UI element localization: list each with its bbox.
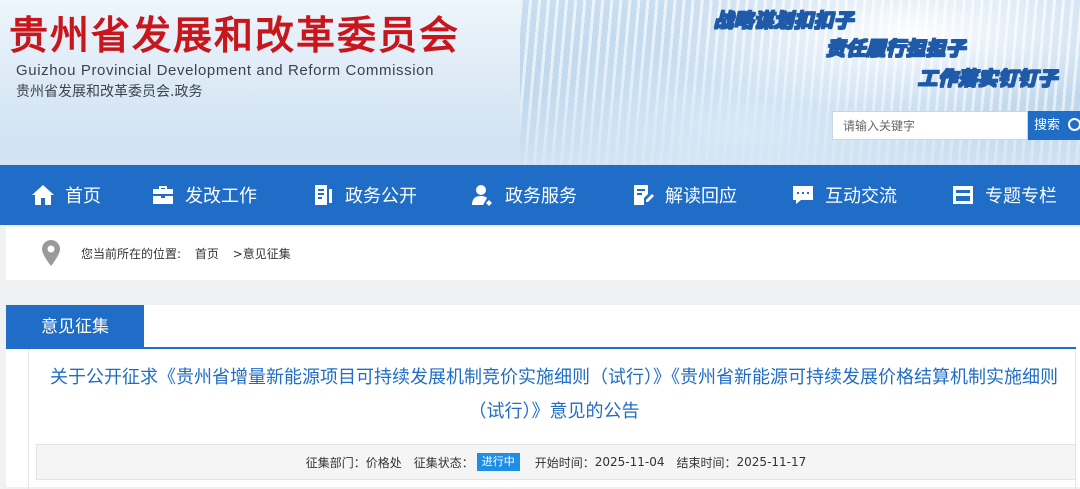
nav-item-label: 发改工作 [185,186,257,207]
site-title-english: Guizhou Provincial Development and Refor… [16,62,435,79]
nav-item-interaction[interactable]: 互动交流 [791,165,897,225]
nav-item-interpretation[interactable]: 解读回应 [631,165,737,225]
content-panel: 意见征集 关于公开征求《贵州省增量新能源项目可持续发展机制竞价实施细则（试行）》… [6,305,1080,489]
main-nav: 首页 发改工作 政务公开 政务服务 解读回应 互动交流 专题专栏 [0,165,1080,225]
slogan-line-1: 战略谋划扣扣子 [713,10,855,33]
article-meta: 征集部门： 价格处 征集状态： 进行中 开始时间： 2025-11-04 结束时… [36,444,1076,480]
article-title: 关于公开征求《贵州省增量新能源项目可持续发展机制竞价实施细则（试行）》《贵州省新… [50,367,1058,422]
site-domain: 贵州省发展和改革委员会.政务 [16,84,203,100]
breadcrumb-home-link[interactable]: 首页 [195,247,219,261]
status-label: 征集状态： [413,455,474,470]
nav-item-public-affairs[interactable]: 政务公开 [311,165,417,225]
nav-item-work[interactable]: 发改工作 [151,165,257,225]
breadcrumb-prefix: 您当前所在的位置: [81,247,182,261]
end-time-label: 结束时间： [676,455,737,470]
nav-item-label: 解读回应 [665,186,737,207]
dept-label: 征集部门： [305,455,366,470]
start-time-value: 2025-11-04 [594,455,665,469]
document-icon [315,185,332,205]
breadcrumb-current[interactable]: >意见征集 [233,247,291,261]
site-title[interactable]: 贵州省发展和改革委员会 [9,12,460,60]
nav-item-label: 政务公开 [345,186,417,207]
status-badge: 进行中 [476,453,520,471]
breadcrumb: 您当前所在的位置: 首页 >意见征集 [6,227,1080,280]
edit-document-icon [634,185,654,205]
user-service-icon [472,185,492,206]
tab-opinion-collection[interactable]: 意见征集 [6,305,144,349]
nav-item-label: 专题专栏 [985,186,1057,207]
slogan-line-3: 工作落实钉钉子 [917,68,1059,91]
search-icon [1068,118,1080,131]
column-icon [953,186,973,204]
search-button[interactable]: 搜索 [1028,111,1080,140]
slogan-line-2: 责任履行担担子 [825,38,967,61]
nav-item-label: 首页 [65,186,101,207]
briefcase-icon [153,186,173,204]
start-time-label: 开始时间： [534,455,595,470]
dept-value: 价格处 [365,455,402,470]
end-time-value: 2025-11-17 [736,455,807,469]
chat-icon [793,186,813,204]
search-input[interactable] [832,111,1028,140]
header-banner: 贵州省发展和改革委员会 Guizhou Provincial Developme… [0,0,1080,165]
nav-item-home[interactable]: 首页 [31,165,101,225]
nav-item-label: 互动交流 [825,186,897,207]
nav-item-special-topics[interactable]: 专题专栏 [951,165,1057,225]
breadcrumb-trail: 您当前所在的位置: 首页 >意见征集 [81,245,301,262]
location-pin-icon [42,240,60,266]
search-button-label: 搜索 [1034,118,1061,133]
nav-item-label: 政务服务 [505,186,577,207]
home-icon [32,185,54,205]
nav-item-services[interactable]: 政务服务 [471,165,577,225]
